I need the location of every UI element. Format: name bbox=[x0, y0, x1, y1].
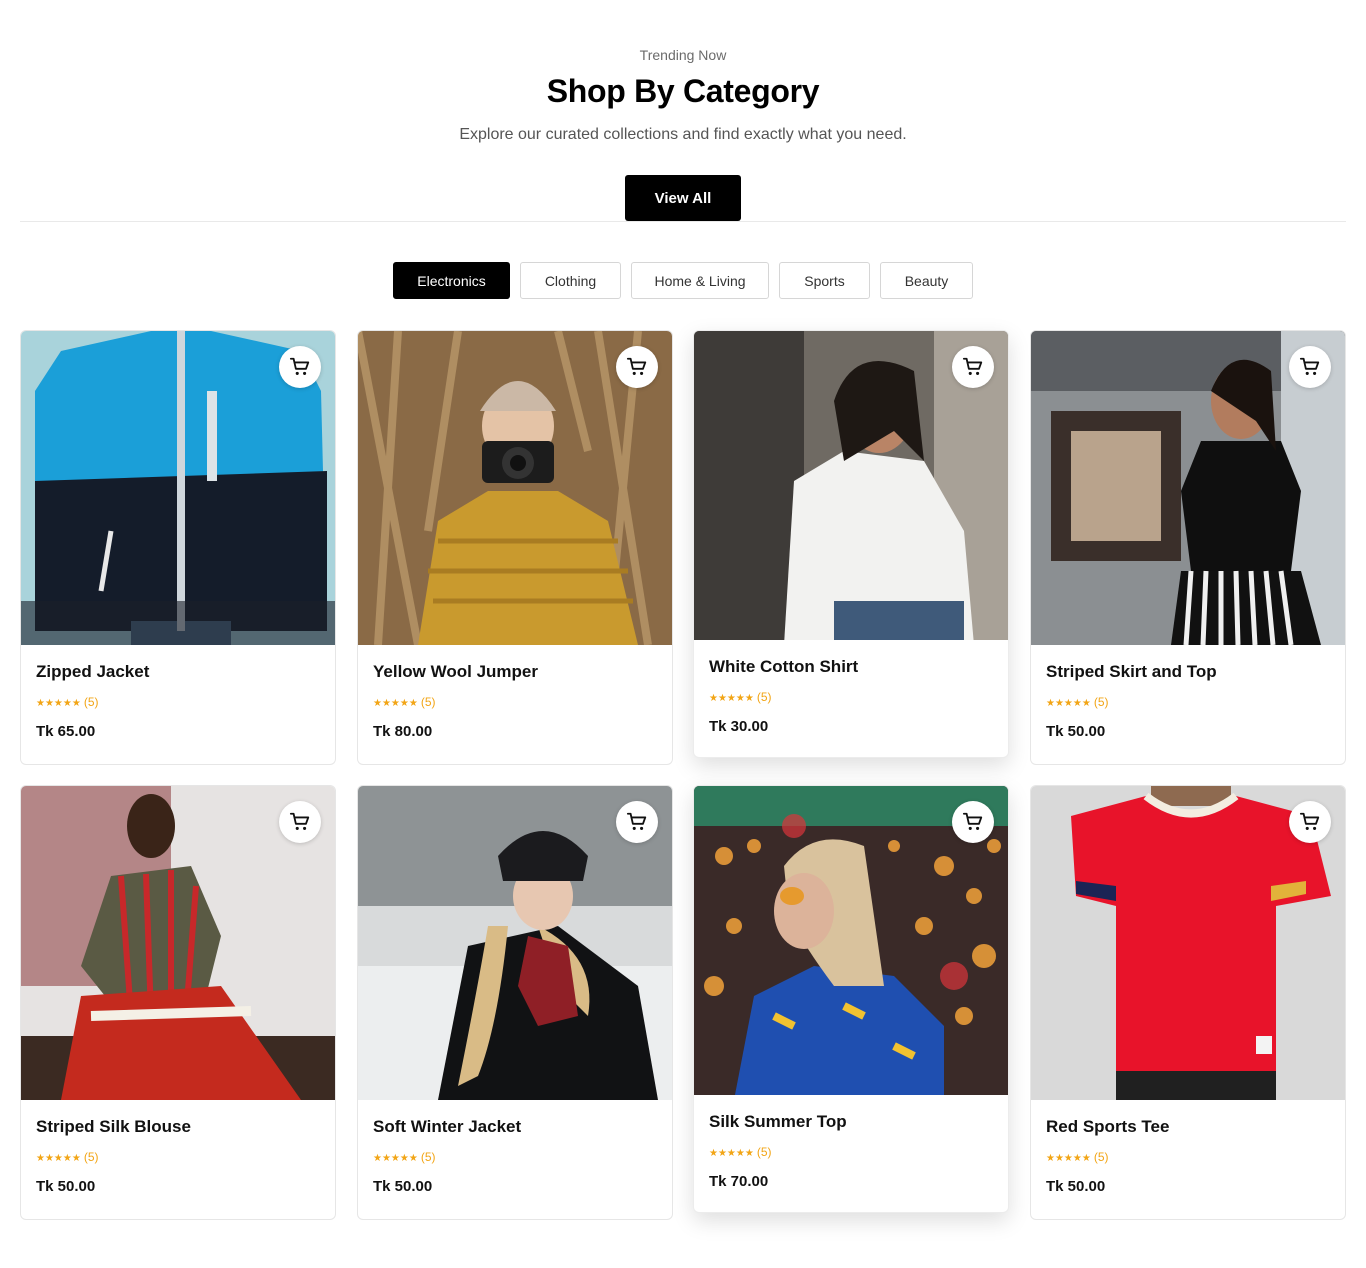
product-rating: ★★★★★ (5) bbox=[709, 1145, 772, 1159]
cart-icon bbox=[1299, 357, 1320, 375]
product-rating: ★★★★★ (5) bbox=[373, 1150, 436, 1164]
product-card-silk-summer-top[interactable]: Silk Summer Top ★★★★★ (5) Tk 70.00 bbox=[693, 785, 1009, 1213]
add-to-cart-button[interactable] bbox=[1289, 801, 1331, 843]
product-name[interactable]: White Cotton Shirt bbox=[709, 657, 858, 677]
star-rating-icons: ★★★★★ bbox=[36, 1153, 81, 1164]
product-card-striped-skirt-and-top[interactable]: Striped Skirt and Top ★★★★★ (5) Tk 50.00 bbox=[1030, 330, 1346, 765]
product-price: Tk 30.00 bbox=[709, 718, 769, 735]
product-rating: ★★★★★ (5) bbox=[709, 690, 772, 704]
product-rating: ★★★★★ (5) bbox=[1046, 695, 1109, 709]
review-count: (5) bbox=[1093, 695, 1109, 709]
product-price: Tk 50.00 bbox=[1046, 1178, 1106, 1195]
star-rating-icons: ★★★★★ bbox=[373, 1153, 418, 1164]
cart-icon bbox=[289, 812, 310, 830]
product-card-red-sports-tee[interactable]: Red Sports Tee ★★★★★ (5) Tk 50.00 bbox=[1030, 785, 1346, 1220]
product-name[interactable]: Soft Winter Jacket bbox=[373, 1117, 521, 1137]
star-rating-icons: ★★★★★ bbox=[1046, 698, 1091, 709]
product-price: Tk 70.00 bbox=[709, 1173, 769, 1190]
product-card-yellow-wool-jumper[interactable]: Yellow Wool Jumper ★★★★★ (5) Tk 80.00 bbox=[357, 330, 673, 765]
product-card-soft-winter-jacket[interactable]: Soft Winter Jacket ★★★★★ (5) Tk 50.00 bbox=[357, 785, 673, 1220]
view-all-button[interactable]: View All bbox=[625, 175, 741, 221]
add-to-cart-button[interactable] bbox=[279, 346, 321, 388]
product-rating: ★★★★★ (5) bbox=[1046, 1150, 1109, 1164]
star-rating-icons: ★★★★★ bbox=[709, 693, 754, 704]
product-name[interactable]: Striped Skirt and Top bbox=[1046, 662, 1217, 682]
star-rating-icons: ★★★★★ bbox=[373, 698, 418, 709]
product-name[interactable]: Red Sports Tee bbox=[1046, 1117, 1169, 1137]
add-to-cart-button[interactable] bbox=[952, 801, 994, 843]
cart-icon bbox=[289, 357, 310, 375]
add-to-cart-button[interactable] bbox=[1289, 346, 1331, 388]
product-price: Tk 50.00 bbox=[36, 1178, 96, 1195]
review-count: (5) bbox=[756, 690, 772, 704]
product-price: Tk 80.00 bbox=[373, 723, 433, 740]
product-price: Tk 65.00 bbox=[36, 723, 96, 740]
product-rating: ★★★★★ (5) bbox=[373, 695, 436, 709]
tab-sports[interactable]: Sports bbox=[779, 262, 870, 299]
cart-icon bbox=[626, 357, 647, 375]
section-subtitle: Explore our curated collections and find… bbox=[459, 126, 907, 143]
cart-icon bbox=[962, 357, 983, 375]
review-count: (5) bbox=[420, 695, 436, 709]
star-rating-icons: ★★★★★ bbox=[709, 1148, 754, 1159]
product-card-zipped-jacket[interactable]: Zipped Jacket ★★★★★ (5) Tk 65.00 bbox=[20, 330, 336, 765]
divider bbox=[20, 221, 1346, 222]
cart-icon bbox=[626, 812, 647, 830]
review-count: (5) bbox=[1093, 1150, 1109, 1164]
product-card-striped-silk-blouse[interactable]: Striped Silk Blouse ★★★★★ (5) Tk 50.00 bbox=[20, 785, 336, 1220]
star-rating-icons: ★★★★★ bbox=[36, 698, 81, 709]
cart-icon bbox=[962, 812, 983, 830]
star-rating-icons: ★★★★★ bbox=[1046, 1153, 1091, 1164]
section-eyebrow: Trending Now bbox=[639, 47, 727, 63]
category-tabs: Electronics Clothing Home & Living Sport… bbox=[0, 262, 1366, 299]
add-to-cart-button[interactable] bbox=[616, 346, 658, 388]
product-name[interactable]: Striped Silk Blouse bbox=[36, 1117, 191, 1137]
product-name[interactable]: Zipped Jacket bbox=[36, 662, 149, 682]
section-title: Shop By Category bbox=[546, 73, 820, 109]
tab-electronics[interactable]: Electronics bbox=[393, 262, 510, 299]
tab-home-living[interactable]: Home & Living bbox=[631, 262, 769, 299]
product-rating: ★★★★★ (5) bbox=[36, 1150, 99, 1164]
product-price: Tk 50.00 bbox=[373, 1178, 433, 1195]
add-to-cart-button[interactable] bbox=[279, 801, 321, 843]
product-card-white-cotton-shirt[interactable]: White Cotton Shirt ★★★★★ (5) Tk 30.00 bbox=[693, 330, 1009, 758]
review-count: (5) bbox=[756, 1145, 772, 1159]
tab-beauty[interactable]: Beauty bbox=[880, 262, 973, 299]
review-count: (5) bbox=[83, 1150, 99, 1164]
tab-clothing[interactable]: Clothing bbox=[520, 262, 621, 299]
product-price: Tk 50.00 bbox=[1046, 723, 1106, 740]
product-rating: ★★★★★ (5) bbox=[36, 695, 99, 709]
review-count: (5) bbox=[83, 695, 99, 709]
product-name[interactable]: Silk Summer Top bbox=[709, 1112, 847, 1132]
cart-icon bbox=[1299, 812, 1320, 830]
review-count: (5) bbox=[420, 1150, 436, 1164]
product-name[interactable]: Yellow Wool Jumper bbox=[373, 662, 538, 682]
add-to-cart-button[interactable] bbox=[952, 346, 994, 388]
add-to-cart-button[interactable] bbox=[616, 801, 658, 843]
